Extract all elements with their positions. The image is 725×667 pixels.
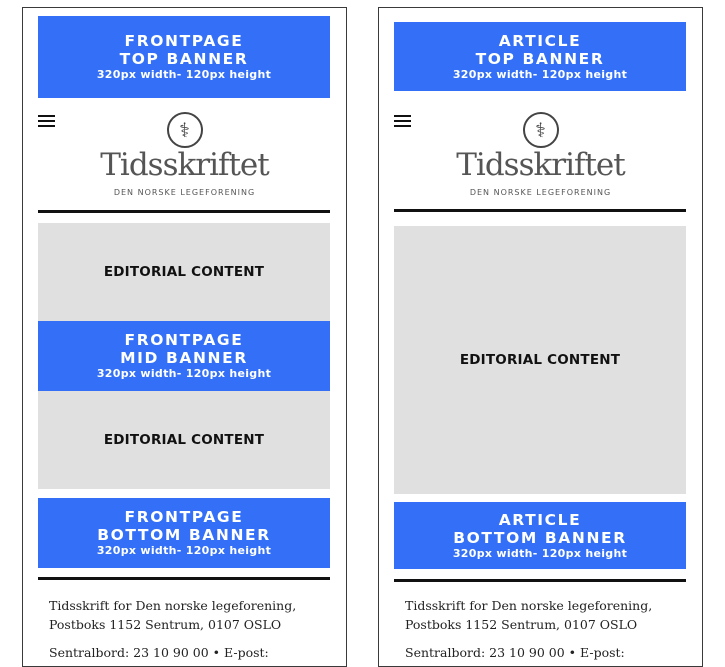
banner-line-2: TOP BANNER <box>475 49 605 68</box>
header-divider <box>38 210 330 213</box>
caduceus-logo-icon: ⚕ <box>522 112 559 148</box>
logo-subtitle: DEN NORSKE LEGEFORENING <box>113 188 256 197</box>
site-header: ⚕ Tidsskriftet DEN NORSKE LEGEFORENING <box>23 103 346 213</box>
article-mockup: ARTICLE TOP BANNER 320px width- 120px he… <box>378 7 703 667</box>
banner-line-2: BOTTOM BANNER <box>453 528 627 547</box>
site-footer: Tidsskrift for Den norske legeforening, … <box>405 596 685 662</box>
editorial-content-block: EDITORIAL CONTENT <box>394 226 686 494</box>
frontpage-top-banner[interactable]: FRONTPAGE TOP BANNER 320px width- 120px … <box>38 16 330 98</box>
logo-subtitle: DEN NORSKE LEGEFORENING <box>469 188 612 197</box>
banner-line-2: TOP BANNER <box>119 50 249 68</box>
footer-line: Tidsskrift for Den norske legeforening, <box>405 598 653 613</box>
frontpage-bottom-banner[interactable]: FRONTPAGE BOTTOM BANNER 320px width- 120… <box>38 498 330 568</box>
footer-line: Postboks 1152 Sentrum, 0107 OSLO <box>49 617 282 632</box>
banner-line-1: FRONTPAGE <box>124 32 244 50</box>
banner-size-label: 320px width- 120px height <box>96 367 272 380</box>
banner-size-label: 320px width- 120px height <box>452 67 628 81</box>
banner-line-2: MID BANNER <box>120 349 248 367</box>
footer-line: Tidsskrift for Den norske legeforening, <box>49 598 297 613</box>
banner-size-label: 320px width- 120px height <box>96 68 272 81</box>
header-divider <box>394 209 686 212</box>
caduceus-logo-icon: ⚕ <box>166 112 203 148</box>
article-top-banner[interactable]: ARTICLE TOP BANNER 320px width- 120px he… <box>394 22 686 91</box>
banner-line-1: ARTICLE <box>498 510 582 529</box>
editorial-content-block: EDITORIAL CONTENT <box>38 223 330 321</box>
footer-divider <box>394 579 686 582</box>
footer-divider <box>38 577 330 580</box>
banner-line-1: FRONTPAGE <box>124 331 244 349</box>
frontpage-mockup: FRONTPAGE TOP BANNER 320px width- 120px … <box>22 7 347 667</box>
footer-line: Postboks 1152 Sentrum, 0107 OSLO <box>405 617 638 632</box>
site-footer: Tidsskrift for Den norske legeforening, … <box>49 596 329 662</box>
logo-wordmark[interactable]: Tidsskriftet <box>379 147 702 183</box>
hamburger-menu-icon[interactable] <box>394 115 411 130</box>
hamburger-menu-icon[interactable] <box>38 115 55 130</box>
banner-line-1: FRONTPAGE <box>124 508 244 526</box>
editorial-content-block: EDITORIAL CONTENT <box>38 391 330 489</box>
article-bottom-banner[interactable]: ARTICLE BOTTOM BANNER 320px width- 120px… <box>394 502 686 569</box>
banner-size-label: 320px width- 120px height <box>96 544 272 557</box>
banner-line-1: ARTICLE <box>498 31 582 50</box>
banner-line-2: BOTTOM BANNER <box>97 526 271 544</box>
site-header: ⚕ Tidsskriftet DEN NORSKE LEGEFORENING <box>379 103 702 213</box>
logo-wordmark[interactable]: Tidsskriftet <box>23 147 346 183</box>
banner-size-label: 320px width- 120px height <box>452 546 628 560</box>
frontpage-mid-banner[interactable]: FRONTPAGE MID BANNER 320px width- 120px … <box>38 321 330 391</box>
